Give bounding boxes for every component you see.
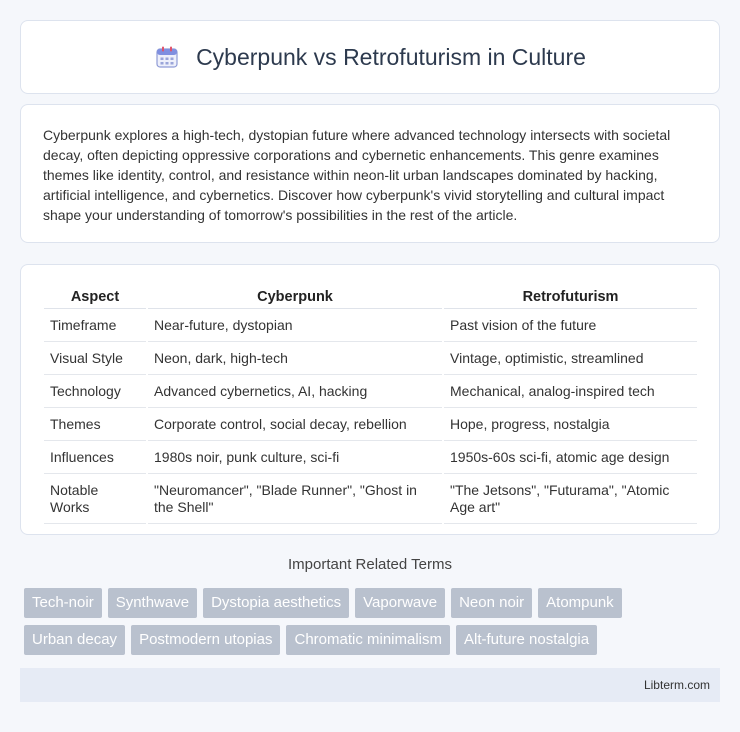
header-retrofuturism: Retrofuturism (444, 285, 697, 309)
cell-retrofuturism: 1950s-60s sci-fi, atomic age design (444, 441, 697, 474)
tag-postmodern-utopias[interactable]: Postmodern utopias (131, 625, 281, 655)
tag-urban-decay[interactable]: Urban decay (24, 625, 126, 655)
footer: Libterm.com (20, 668, 720, 702)
cell-aspect: Notable Works (44, 474, 146, 524)
cell-cyberpunk: Advanced cybernetics, AI, hacking (148, 375, 442, 408)
table-row: Technology Advanced cybernetics, AI, hac… (44, 375, 697, 408)
cell-retrofuturism: Past vision of the future (444, 309, 697, 342)
table-header-row: Aspect Cyberpunk Retrofuturism (44, 285, 697, 309)
header-card: Cyberpunk vs Retrofuturism in Culture (20, 20, 720, 94)
cell-cyberpunk: Near-future, dystopian (148, 309, 442, 342)
tag-chromatic-minimalism[interactable]: Chromatic minimalism (286, 625, 451, 655)
table-row: Themes Corporate control, social decay, … (44, 408, 697, 441)
header-aspect: Aspect (44, 285, 146, 309)
cell-aspect: Visual Style (44, 342, 146, 375)
tag-dystopia-aesthetics[interactable]: Dystopia aesthetics (203, 588, 350, 618)
cell-aspect: Themes (44, 408, 146, 441)
cell-retrofuturism: Hope, progress, nostalgia (444, 408, 697, 441)
comparison-table-card: Aspect Cyberpunk Retrofuturism Timeframe… (20, 264, 720, 535)
intro-card: Cyberpunk explores a high-tech, dystopia… (20, 104, 720, 243)
tag-atompunk[interactable]: Atompunk (538, 588, 622, 618)
tag-alt-future-nostalgia[interactable]: Alt-future nostalgia (456, 625, 598, 655)
calendar-icon (154, 44, 180, 70)
tag-vaporwave[interactable]: Vaporwave (355, 588, 446, 618)
table-row: Timeframe Near-future, dystopian Past vi… (44, 309, 697, 342)
footer-site-link[interactable]: Libterm.com (644, 678, 710, 692)
cell-retrofuturism: Mechanical, analog-inspired tech (444, 375, 697, 408)
intro-text: Cyberpunk explores a high-tech, dystopia… (43, 127, 671, 223)
tag-synthwave[interactable]: Synthwave (107, 588, 198, 618)
cell-retrofuturism: "The Jetsons", "Futurama", "Atomic Age a… (444, 474, 697, 524)
table-row: Visual Style Neon, dark, high-tech Vinta… (44, 342, 697, 375)
page-title: Cyberpunk vs Retrofuturism in Culture (196, 43, 586, 70)
cell-retrofuturism: Vintage, optimistic, streamlined (444, 342, 697, 375)
table-row: Notable Works "Neuromancer", "Blade Runn… (44, 474, 697, 524)
cell-cyberpunk: "Neuromancer", "Blade Runner", "Ghost in… (148, 474, 442, 524)
related-terms-list: Tech-noir Synthwave Dystopia aesthetics … (24, 588, 724, 655)
tag-tech-noir[interactable]: Tech-noir (24, 588, 102, 618)
cell-aspect: Technology (44, 375, 146, 408)
cell-aspect: Timeframe (44, 309, 146, 342)
cell-cyberpunk: Corporate control, social decay, rebelli… (148, 408, 442, 441)
related-terms-title: Important Related Terms (288, 556, 452, 573)
comparison-table: Aspect Cyberpunk Retrofuturism Timeframe… (42, 285, 699, 524)
table-row: Influences 1980s noir, punk culture, sci… (44, 441, 697, 474)
tag-neon-noir[interactable]: Neon noir (451, 588, 533, 618)
cell-cyberpunk: Neon, dark, high-tech (148, 342, 442, 375)
cell-aspect: Influences (44, 441, 146, 474)
cell-cyberpunk: 1980s noir, punk culture, sci-fi (148, 441, 442, 474)
header-cyberpunk: Cyberpunk (148, 285, 442, 309)
